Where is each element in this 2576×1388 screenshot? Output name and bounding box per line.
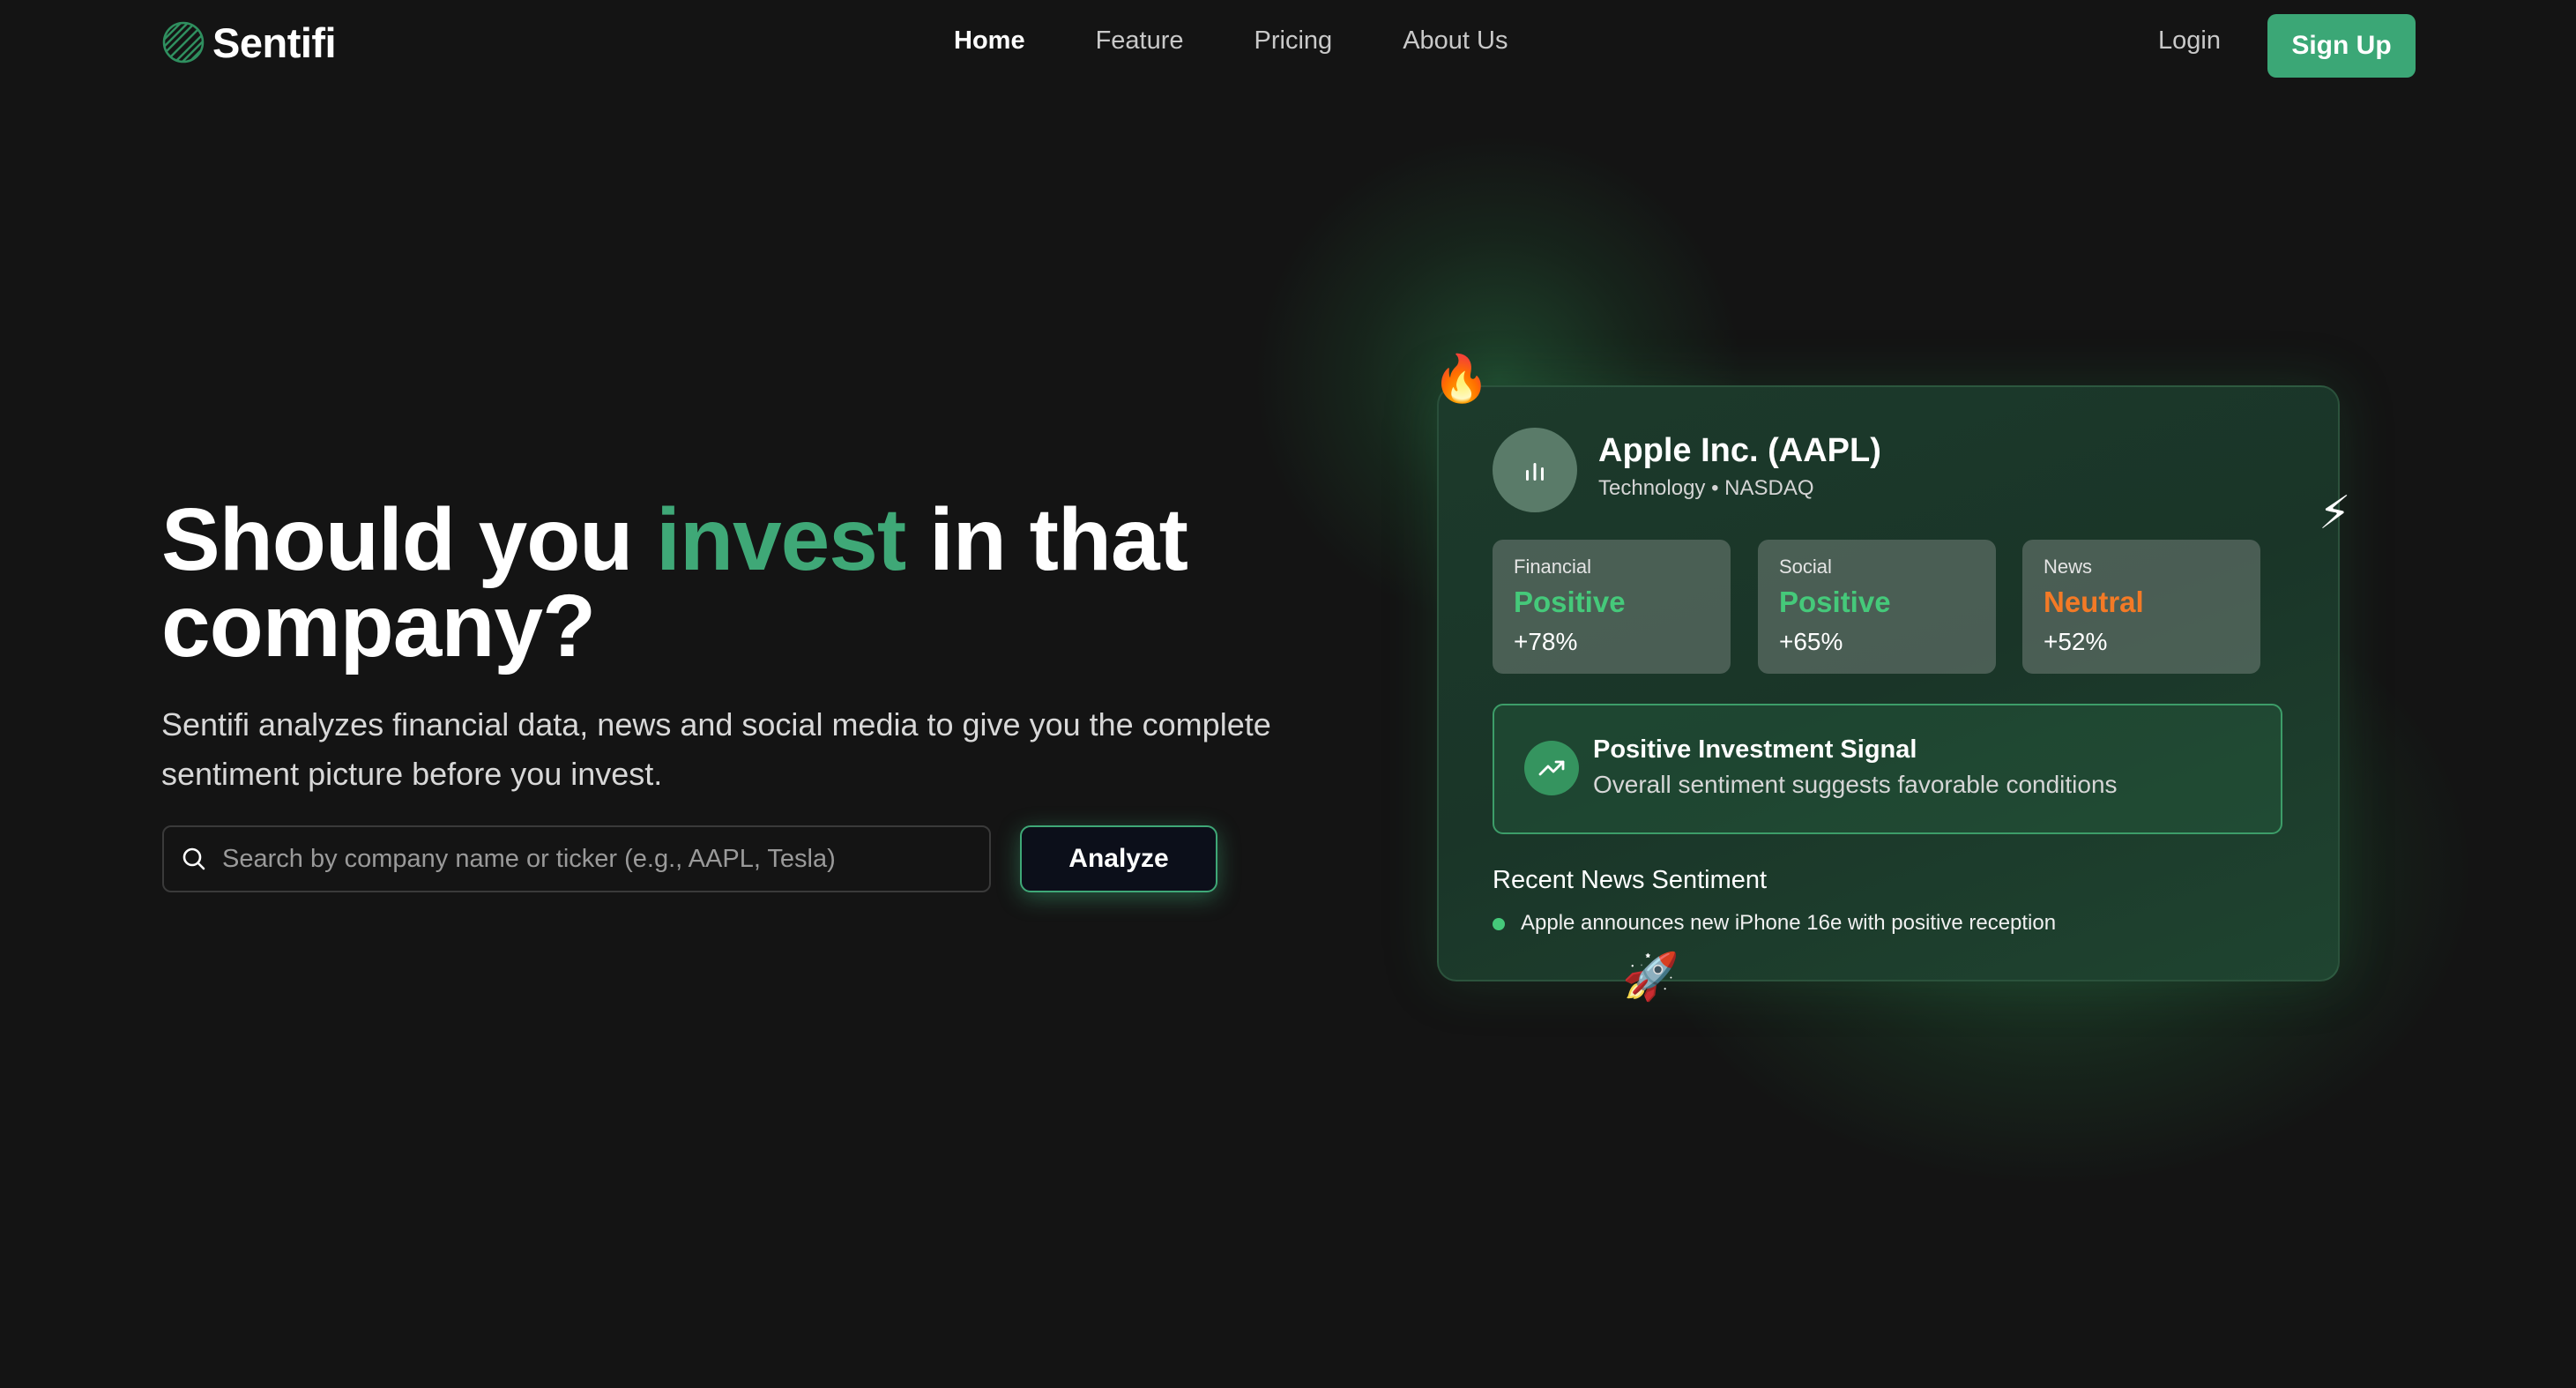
metric-sentiment: Neutral xyxy=(2044,586,2144,618)
metric-financial: Financial Positive +78% xyxy=(1493,540,1731,674)
investment-signal-box xyxy=(1493,704,2282,834)
metric-social: Social Positive +65% xyxy=(1758,540,1996,674)
sentiment-dot-icon xyxy=(1493,918,1505,930)
hero-title-start: Should you xyxy=(161,490,657,589)
nav-links: Home Feature Pricing About Us xyxy=(954,26,1508,56)
metric-label: News xyxy=(2044,556,2093,578)
news-item[interactable]: Apple announces new iPhone 16e with posi… xyxy=(1521,911,2056,936)
company-avatar xyxy=(1493,428,1577,512)
metric-sentiment: Positive xyxy=(1514,586,1626,618)
trending-up-icon xyxy=(1538,760,1565,776)
striped-globe-icon xyxy=(162,21,205,63)
hero-title-accent: invest xyxy=(656,490,906,589)
search-box[interactable] xyxy=(162,825,991,892)
search-input[interactable] xyxy=(222,844,989,874)
company-meta: Technology • NASDAQ xyxy=(1598,476,1814,500)
signal-icon-badge xyxy=(1524,741,1579,795)
top-navbar: Sentifi Home Feature Pricing About Us Lo… xyxy=(0,0,2576,92)
metric-label: Financial xyxy=(1514,556,1592,578)
rocket-icon: 🚀 xyxy=(1622,951,1679,1003)
metric-news: News Neutral +52% xyxy=(2022,540,2260,674)
nav-link-home[interactable]: Home xyxy=(954,26,1025,56)
hero-title: Should you invest in that company? xyxy=(161,496,1307,670)
brand-logo[interactable]: Sentifi xyxy=(161,18,337,67)
signal-title: Positive Investment Signal xyxy=(1593,735,1917,764)
fire-icon: 🔥 xyxy=(1433,354,1490,405)
metric-percent: +65% xyxy=(1779,628,1843,655)
news-heading: Recent News Sentiment xyxy=(1493,866,1768,894)
lightning-icon: ⚡ xyxy=(2319,488,2351,539)
company-name: Apple Inc. (AAPL) xyxy=(1598,432,1881,469)
signup-button[interactable]: Sign Up xyxy=(2267,14,2416,78)
metric-sentiment: Positive xyxy=(1779,586,1891,618)
search-icon xyxy=(182,847,205,870)
metric-percent: +78% xyxy=(1514,628,1578,655)
brand-name: Sentifi xyxy=(212,19,337,66)
signal-subtitle: Overall sentiment suggests favorable con… xyxy=(1593,771,2118,798)
metric-percent: +52% xyxy=(2044,628,2108,655)
bar-chart-icon xyxy=(1526,463,1544,481)
nav-link-pricing[interactable]: Pricing xyxy=(1254,26,1333,56)
login-link[interactable]: Login xyxy=(2158,26,2221,56)
hero-subtitle: Sentifi analyzes financial data, news an… xyxy=(161,706,1271,792)
nav-link-about-us[interactable]: About Us xyxy=(1403,26,1508,56)
nav-link-feature[interactable]: Feature xyxy=(1096,26,1184,56)
analyze-button[interactable]: Analyze xyxy=(1020,825,1217,892)
metric-label: Social xyxy=(1779,556,1832,578)
